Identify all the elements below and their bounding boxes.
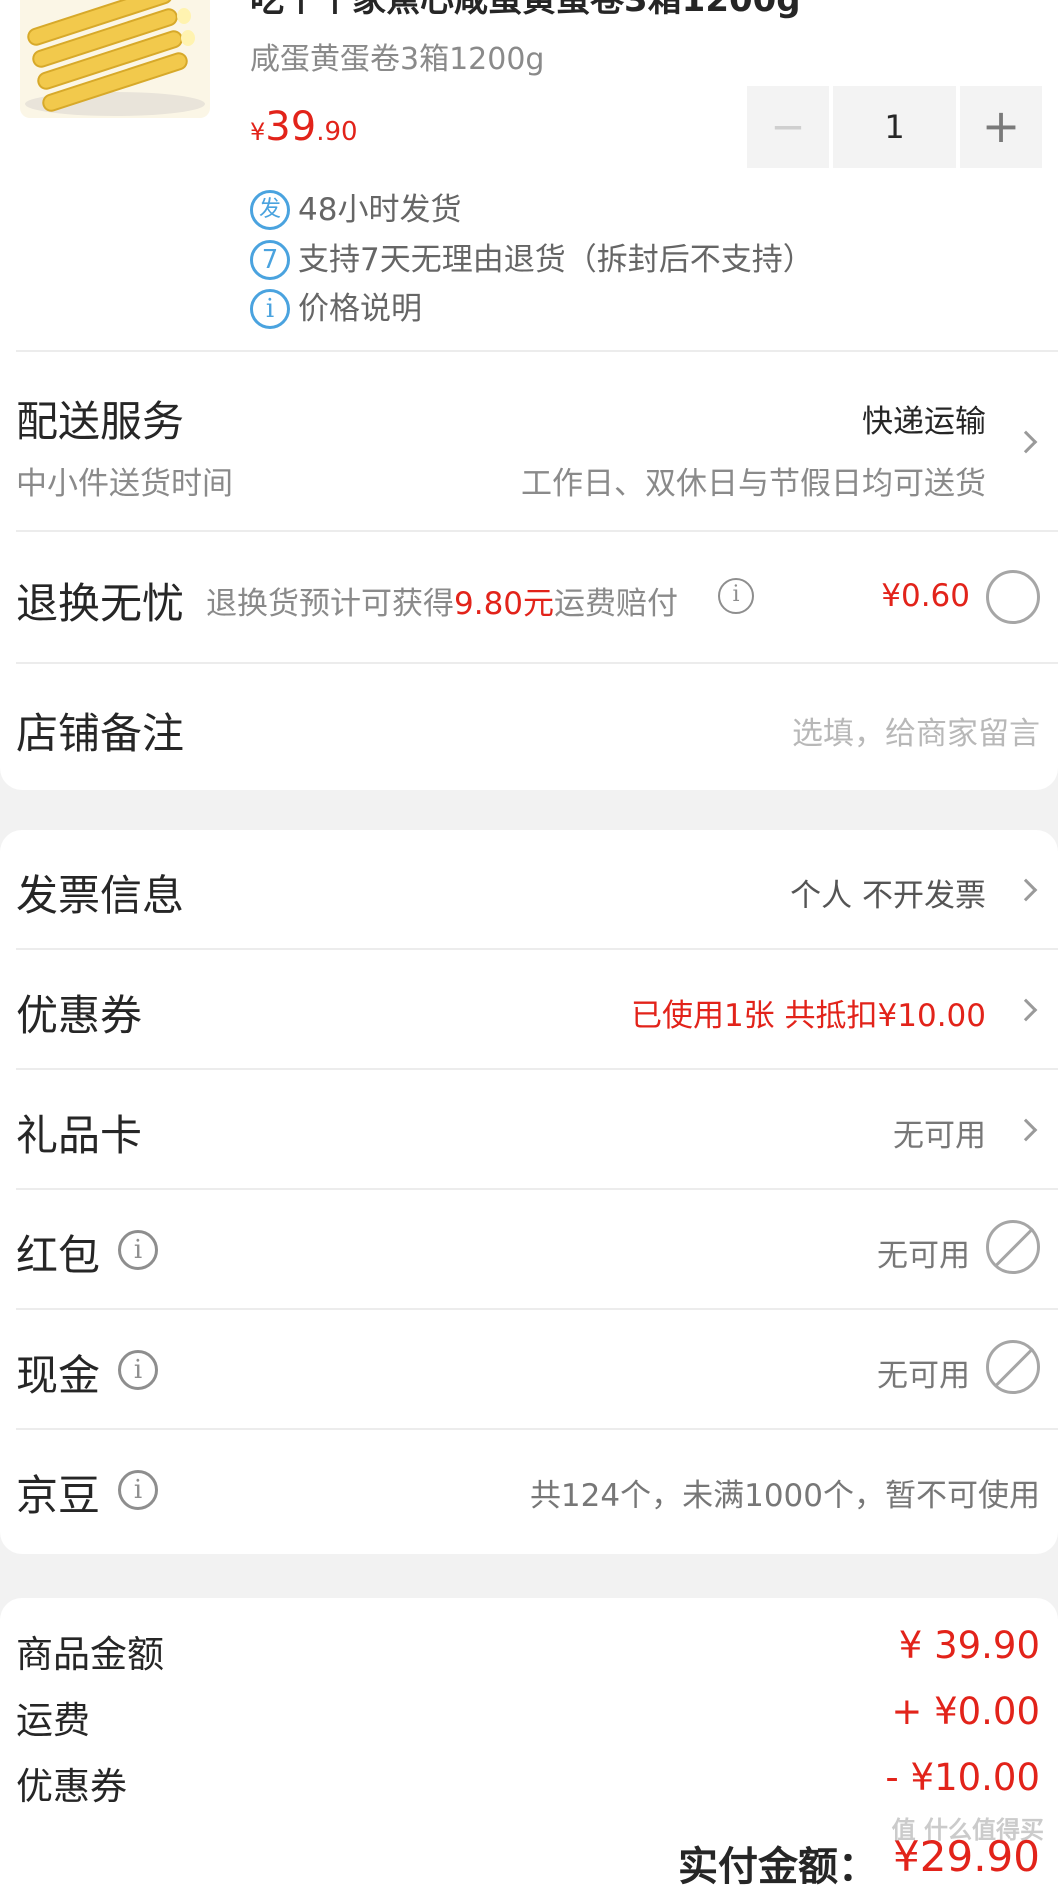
price-explanation-link[interactable]: 价格说明 — [298, 289, 422, 329]
delivery-time-value: 工作日、双休日与节假日均可送货 — [521, 466, 986, 502]
summary-goods-value: ¥ 39.90 — [898, 1624, 1040, 1667]
total-label: 实付金额： — [678, 1844, 878, 1890]
giftcard-value: 无可用 — [893, 1118, 986, 1154]
coupon-row[interactable]: 优惠券 已使用1张 共抵扣¥10.00 — [0, 950, 1058, 1068]
store-note-row: 店铺备注 选填，给商家留言 — [0, 664, 1058, 784]
info-icon[interactable]: i — [118, 1470, 158, 1510]
return-desc-post: 运费赔付 — [554, 586, 679, 622]
chevron-right-icon — [1014, 430, 1038, 454]
jingdou-row: 京豆 i 共124个，未满1000个，暂不可使用 — [0, 1430, 1058, 1548]
price-symbol: ¥ — [250, 118, 266, 146]
jingdou-label: 京豆 — [16, 1471, 101, 1520]
delivery-label: 配送服务 — [16, 397, 185, 446]
summary-coupon-value: - ¥10.00 — [885, 1756, 1040, 1799]
cash-value: 无可用 — [877, 1358, 970, 1394]
info-icon[interactable]: i — [118, 1230, 158, 1270]
egg-roll-image — [25, 0, 205, 116]
watermark-logo: 值 什么值得买 — [891, 1816, 1044, 1844]
price-integer: 39 — [265, 104, 317, 150]
return-insurance-price: ¥0.60 — [881, 578, 970, 614]
giftcard-row[interactable]: 礼品卡 无可用 — [0, 1070, 1058, 1188]
delivery-time-label: 中小件送货时间 — [16, 466, 233, 502]
return-insurance-row[interactable]: 退换无忧 退换货预计可获得9.80元运费赔付 i ¥0.60 — [0, 532, 1058, 662]
cash-row: 现金 i 无可用 — [0, 1310, 1058, 1428]
product-title[interactable]: 吃个个家蕉心咸蛋黄蛋卷3箱1200g — [250, 0, 801, 21]
summary-shipping-value: + ¥0.00 — [891, 1690, 1040, 1733]
jingdou-value: 共124个，未满1000个，暂不可使用 — [529, 1478, 1040, 1514]
coupon-value: 已使用1张 共抵扣¥10.00 — [630, 998, 986, 1034]
payment-options-card: 发票信息 个人 不开发票 优惠券 已使用1张 共抵扣¥10.00 礼品卡 无可用… — [0, 830, 1058, 1554]
quantity-plus-button[interactable]: + — [960, 86, 1042, 168]
store-note-label: 店铺备注 — [16, 709, 185, 758]
summary-card: 商品金额 ¥ 39.90 运费 + ¥0.00 优惠券 - ¥10.00 实付金… — [0, 1598, 1058, 1894]
price-info-icon[interactable]: i — [250, 289, 290, 329]
summary-goods-label: 商品金额 — [16, 1633, 164, 1676]
return-insurance-desc: 退换货预计可获得9.80元运费赔付 — [206, 578, 678, 623]
chevron-right-icon — [1014, 1118, 1038, 1142]
product-spec: 咸蛋黄蛋卷3箱1200g — [250, 42, 545, 77]
redpacket-label: 红包 — [16, 1231, 101, 1280]
invoice-row[interactable]: 发票信息 个人 不开发票 — [0, 830, 1058, 948]
disabled-icon — [986, 1340, 1040, 1394]
delivery-row[interactable]: 配送服务 快递运输 中小件送货时间 工作日、双休日与节假日均可送货 — [0, 352, 1058, 530]
chevron-right-icon — [1014, 998, 1038, 1022]
return-desc-pre: 退换货预计可获得 — [206, 586, 454, 622]
info-icon[interactable]: i — [118, 1350, 158, 1390]
return-insurance-checkbox[interactable] — [986, 570, 1040, 624]
redpacket-value: 无可用 — [877, 1238, 970, 1274]
quantity-input[interactable]: 1 — [833, 86, 956, 168]
product-price: ¥39.90 — [250, 104, 358, 150]
ship-badge-icon: 发 — [250, 190, 290, 230]
return-desc-amount: 9.80元 — [454, 586, 555, 622]
service-shipping: 48小时发货 — [298, 192, 462, 228]
return-insurance-label: 退换无忧 — [16, 579, 185, 628]
product-card: 吃个个家蕉心咸蛋黄蛋卷3箱1200g 咸蛋黄蛋卷3箱1200g ¥39.90 −… — [0, 0, 1058, 790]
disabled-icon — [986, 1220, 1040, 1274]
invoice-value: 个人 不开发票 — [790, 878, 986, 914]
redpacket-row: 红包 i 无可用 — [0, 1190, 1058, 1308]
invoice-label: 发票信息 — [16, 871, 185, 920]
seven-day-icon: 7 — [250, 240, 290, 280]
coupon-label: 优惠券 — [16, 991, 143, 1040]
product-image[interactable] — [20, 0, 210, 118]
quantity-minus-button[interactable]: − — [747, 86, 829, 168]
store-note-input[interactable]: 选填，给商家留言 — [792, 708, 1040, 753]
info-icon[interactable]: i — [718, 578, 754, 614]
giftcard-label: 礼品卡 — [16, 1111, 143, 1160]
cash-label: 现金 — [16, 1351, 101, 1400]
summary-coupon-label: 优惠券 — [16, 1765, 127, 1808]
quantity-stepper: − 1 + — [747, 86, 1042, 168]
summary-shipping-label: 运费 — [16, 1699, 90, 1742]
delivery-method: 快递运输 — [862, 404, 986, 440]
price-decimal: .90 — [316, 117, 358, 147]
chevron-right-icon — [1014, 878, 1038, 902]
service-return: 支持7天无理由退货（拆封后不支持） — [298, 242, 814, 278]
